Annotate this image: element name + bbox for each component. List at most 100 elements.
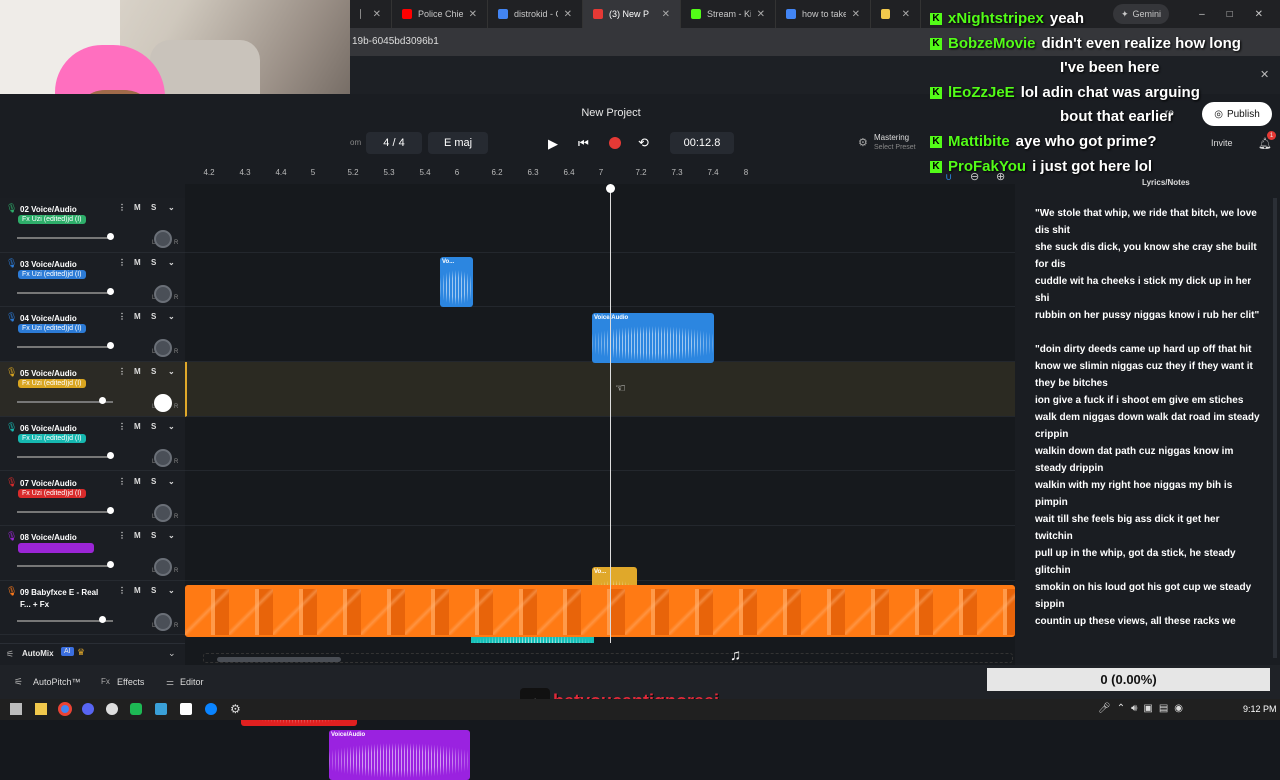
- playhead[interactable]: [610, 184, 611, 665]
- app-icon[interactable]: [130, 703, 142, 715]
- mastering-title[interactable]: Mastering: [874, 133, 909, 142]
- solo-button[interactable]: S: [151, 258, 156, 267]
- timeline-ruler[interactable]: 44.24.34.455.25.35.466.26.36.477.27.37.4…: [168, 166, 1015, 184]
- mute-button[interactable]: M: [134, 531, 141, 540]
- horizontal-scrollbar[interactable]: [217, 657, 341, 662]
- audio-clip[interactable]: Vo...: [440, 257, 473, 307]
- track-fx-chip[interactable]: [18, 543, 94, 554]
- tab-close-icon[interactable]: ✕: [852, 9, 860, 20]
- track-header[interactable]: 🎙︎ 08 Voice/Audio ⋮ M S ⌄ L R: [0, 526, 185, 581]
- app-icon[interactable]: [155, 703, 167, 715]
- more-icon[interactable]: ⋮: [118, 367, 126, 376]
- discord-icon[interactable]: [82, 703, 94, 715]
- browser-tab[interactable]: Stream - Kick ✕: [681, 0, 776, 28]
- windows-start-icon[interactable]: [10, 703, 22, 715]
- volume-handle[interactable]: [107, 287, 114, 295]
- browser-tab[interactable]: Monkey✕: [871, 0, 921, 28]
- tab-close-icon[interactable]: ✕: [564, 9, 572, 20]
- volume-slider[interactable]: [17, 565, 113, 568]
- mute-button[interactable]: M: [134, 258, 141, 267]
- chevron-down-icon[interactable]: ⌄: [168, 312, 175, 321]
- pan-knob[interactable]: [154, 284, 172, 303]
- pan-knob[interactable]: [154, 612, 172, 631]
- solo-button[interactable]: S: [151, 367, 156, 376]
- play-icon[interactable]: ▶: [548, 136, 558, 152]
- system-tray-icons[interactable]: 🎤︎⌃🔊︎▣▤◉: [1098, 703, 1189, 714]
- key-selector[interactable]: E maj: [428, 132, 488, 154]
- track-header[interactable]: 🎙︎ 02 Voice/Audio ⋮ M S ⌄ Fx Uzi (edited)jd (I…: [0, 198, 185, 253]
- mute-button[interactable]: M: [134, 203, 141, 212]
- track-name[interactable]: 03 Voice/Audio: [20, 259, 108, 271]
- solo-button[interactable]: S: [151, 586, 156, 595]
- track-lane[interactable]: [185, 362, 1015, 417]
- add-music-icon[interactable]: ♫: [730, 647, 741, 664]
- more-icon[interactable]: ⋮: [118, 422, 126, 431]
- chevron-down-icon[interactable]: ⌄: [168, 258, 175, 267]
- pan-knob[interactable]: [154, 448, 172, 467]
- pan-knob[interactable]: [154, 339, 172, 358]
- track-fx-chip[interactable]: Fx Uzi (edited)jd (I): [18, 215, 86, 224]
- volume-handle[interactable]: [107, 233, 114, 240]
- chevron-down-icon[interactable]: ⌄: [168, 477, 175, 486]
- lyrics-scrollbar[interactable]: [1273, 198, 1277, 658]
- mute-button[interactable]: M: [134, 312, 141, 321]
- volume-handle[interactable]: [107, 506, 114, 514]
- browser-tab[interactable]: ds✕: [350, 0, 392, 28]
- chevron-down-icon[interactable]: ⌄: [168, 367, 175, 376]
- more-icon[interactable]: ⋮: [118, 531, 126, 540]
- editor-tab[interactable]: Editor: [180, 677, 204, 687]
- browser-tab[interactable]: distrokid - G ✕: [488, 0, 583, 28]
- solo-button[interactable]: S: [151, 203, 156, 212]
- track-fx-chip[interactable]: Fx Uzi (edited)jd (I): [18, 433, 86, 443]
- chevron-down-icon[interactable]: ⌄: [168, 648, 176, 659]
- lyrics-panel[interactable]: Lyrics/Notes "We stole that whip, we rid…: [1015, 166, 1280, 666]
- volume-slider[interactable]: [17, 346, 113, 349]
- track-header[interactable]: 🎙︎ 06 Voice/Audio ⋮ M S ⌄ Fx Uzi (edited)jd (I…: [0, 417, 185, 472]
- volume-slider[interactable]: [17, 291, 113, 294]
- pan-knob[interactable]: [154, 503, 172, 522]
- settings-icon[interactable]: ⚙: [230, 702, 241, 716]
- more-icon[interactable]: ⋮: [118, 203, 126, 212]
- browser-tab[interactable]: Police Chief ✕: [392, 0, 488, 28]
- tab-close-icon[interactable]: ✕: [662, 9, 670, 20]
- volume-handle[interactable]: [99, 615, 106, 623]
- app-icon[interactable]: [205, 703, 217, 715]
- chrome-icon[interactable]: [58, 702, 72, 716]
- effects-tab[interactable]: Effects: [117, 677, 144, 687]
- time-signature[interactable]: 4 / 4: [366, 132, 422, 154]
- mute-button[interactable]: M: [134, 586, 141, 595]
- tab-close-icon[interactable]: ✕: [373, 9, 381, 20]
- file-explorer-icon[interactable]: [35, 703, 47, 715]
- automix-label[interactable]: AutoMix: [22, 649, 54, 658]
- autopitch-tab[interactable]: AutoPitch™: [33, 677, 81, 687]
- record-button[interactable]: [609, 137, 621, 149]
- track-header[interactable]: 🎙︎ 07 Voice/Audio ⋮ M S ⌄ Fx Uzi (edited)jd (I…: [0, 472, 185, 526]
- more-icon[interactable]: ⋮: [118, 312, 126, 321]
- volume-slider[interactable]: [17, 455, 113, 458]
- track-header[interactable]: 🎙︎ 04 Voice/Audio ⋮ M S ⌄ Fx Uzi (edited)jd (I…: [0, 307, 185, 362]
- pan-knob[interactable]: [154, 558, 172, 577]
- more-icon[interactable]: ⋮: [118, 258, 126, 267]
- solo-button[interactable]: S: [151, 422, 156, 431]
- obs-icon[interactable]: [106, 703, 118, 715]
- mute-button[interactable]: M: [134, 477, 141, 486]
- track-lane[interactable]: [185, 198, 1015, 253]
- tab-close-icon[interactable]: ✕: [469, 9, 477, 20]
- solo-button[interactable]: S: [151, 312, 156, 321]
- track-header[interactable]: 🎙︎ 05 Voice/Audio ⋮ M S ⌄ Fx Uzi (edited)jd (I…: [0, 362, 185, 417]
- arrangement-view[interactable]: Vo...Voice/AudioVo...Voice/AudioVoice/Au…: [185, 198, 1015, 780]
- mute-button[interactable]: M: [134, 367, 141, 376]
- chevron-down-icon[interactable]: ⌄: [168, 422, 175, 431]
- skip-back-icon[interactable]: ⏮: [578, 136, 589, 151]
- track-name[interactable]: 06 Voice/Audio: [20, 423, 108, 435]
- playhead-handle[interactable]: [606, 184, 615, 193]
- volume-handle[interactable]: [107, 451, 114, 459]
- volume-slider[interactable]: [17, 237, 113, 239]
- solo-button[interactable]: S: [151, 477, 156, 486]
- tab-close-icon[interactable]: ✕: [757, 9, 765, 20]
- pan-knob[interactable]: [154, 394, 172, 413]
- solo-button[interactable]: S: [151, 531, 156, 540]
- capcut-icon[interactable]: [180, 703, 192, 715]
- mute-button[interactable]: M: [134, 422, 141, 431]
- track-name[interactable]: 07 Voice/Audio: [20, 478, 108, 490]
